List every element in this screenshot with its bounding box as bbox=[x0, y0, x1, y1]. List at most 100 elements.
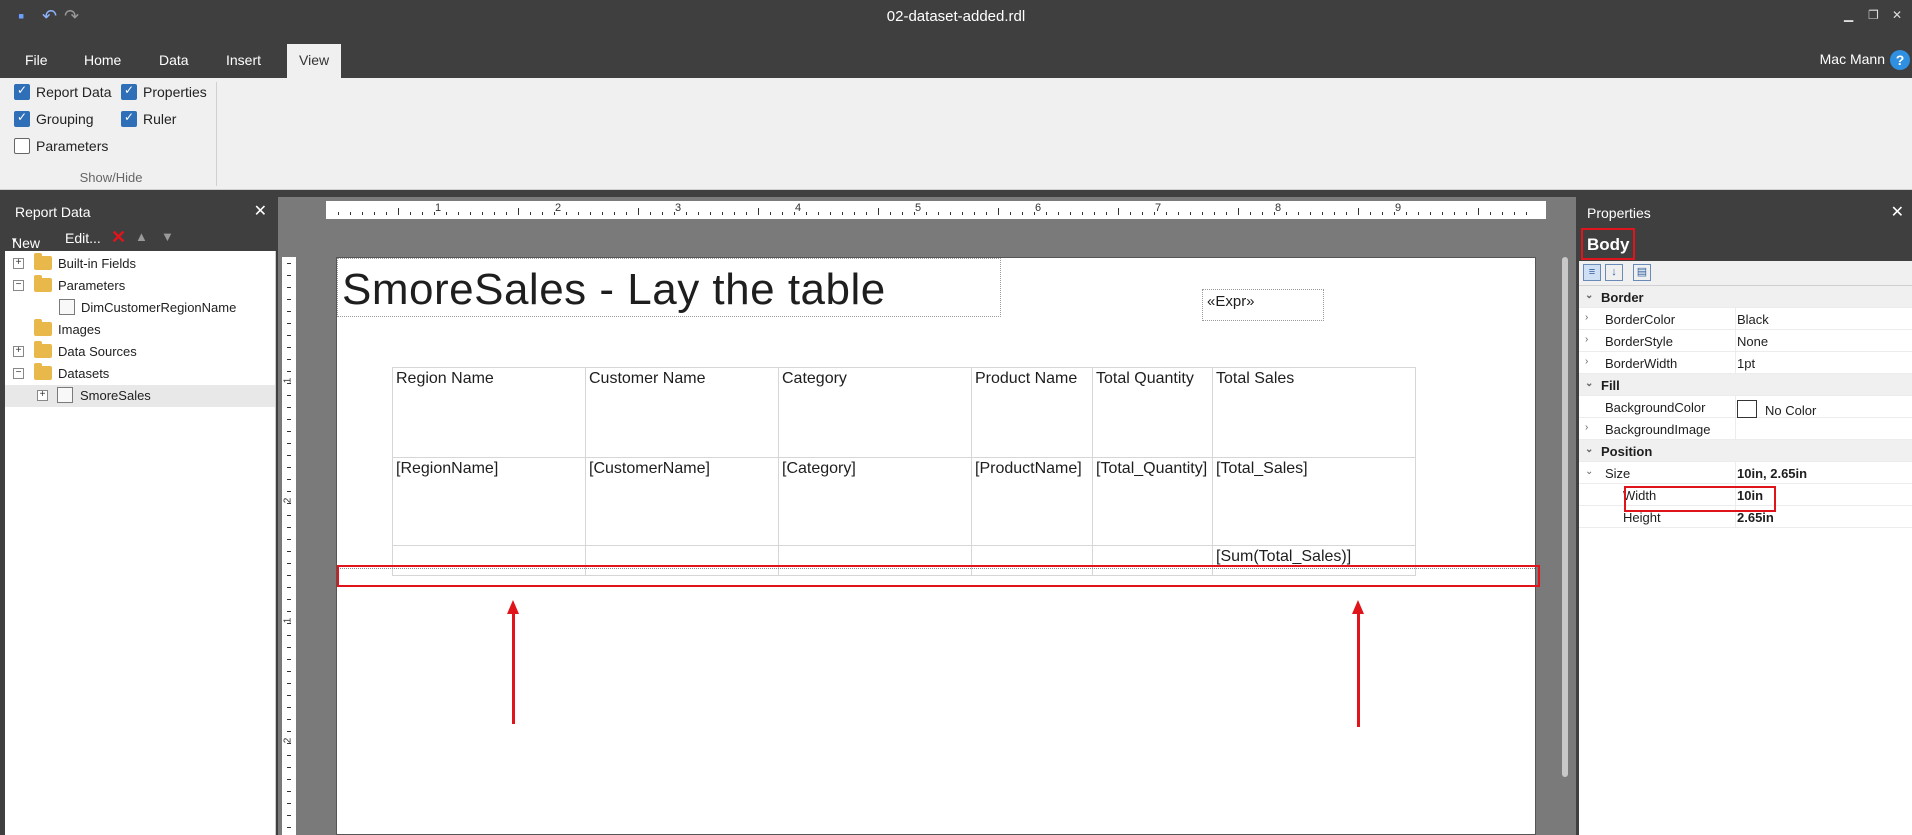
sort-alphabetical-icon[interactable]: ↓ bbox=[1605, 264, 1623, 281]
tree-item-label: SmoreSales bbox=[80, 388, 151, 403]
chevron-down-icon[interactable]: ⌄ bbox=[1585, 290, 1593, 301]
property-value[interactable]: 2.65in bbox=[1737, 510, 1774, 525]
ruler-tick bbox=[1262, 212, 1263, 215]
minimize-icon[interactable]: ▁ bbox=[1844, 8, 1853, 22]
tree-item-built-in-fields[interactable]: + Built-in Fields bbox=[5, 253, 275, 275]
property-row-borderwidth[interactable]: › BorderWidth 1pt bbox=[1579, 352, 1912, 374]
ruler-tick bbox=[1010, 212, 1011, 215]
properties-header: Properties ✕ bbox=[1579, 197, 1912, 227]
ruler-tick bbox=[1430, 212, 1431, 215]
property-category-border[interactable]: ⌄ Border bbox=[1579, 286, 1912, 308]
close-pane-icon[interactable]: ✕ bbox=[1891, 202, 1904, 222]
header-cell-category[interactable]: Category bbox=[778, 367, 972, 458]
close-pane-icon[interactable]: ✕ bbox=[254, 201, 267, 221]
tree-item-datasets[interactable]: − Datasets bbox=[5, 363, 275, 385]
expression-textbox[interactable]: «Expr» bbox=[1202, 289, 1324, 321]
detail-cell-total-sales[interactable]: [Total_Sales] bbox=[1212, 457, 1416, 546]
report-data-header: Report Data ✕ bbox=[5, 197, 275, 225]
parameters-checkbox[interactable]: Parameters bbox=[14, 138, 108, 154]
ruler-tick bbox=[566, 212, 567, 215]
chevron-right-icon[interactable]: › bbox=[1585, 422, 1588, 433]
property-value[interactable]: 1pt bbox=[1737, 356, 1755, 371]
edit-button[interactable]: Edit... bbox=[65, 230, 101, 246]
ruler-tick bbox=[287, 599, 291, 600]
header-cell-total-quantity[interactable]: Total Quantity bbox=[1092, 367, 1213, 458]
tree-item-label: Built-in Fields bbox=[58, 256, 137, 271]
tree-item-images[interactable]: Images bbox=[5, 319, 275, 341]
checkbox-label: Grouping bbox=[36, 111, 94, 127]
help-icon[interactable]: ? bbox=[1890, 50, 1910, 70]
ruler-tick bbox=[287, 323, 291, 324]
property-category-position[interactable]: ⌄ Position bbox=[1579, 440, 1912, 462]
report-body[interactable]: SmoreSales - Lay the table «Expr» Region… bbox=[336, 257, 1536, 835]
expand-icon[interactable]: + bbox=[37, 390, 48, 401]
detail-cell-category[interactable]: [Category] bbox=[778, 457, 972, 546]
properties-checkbox[interactable]: Properties bbox=[121, 83, 207, 100]
ruler-tick bbox=[287, 827, 291, 828]
chevron-down-icon[interactable]: ⌄ bbox=[1585, 378, 1593, 389]
chevron-right-icon[interactable]: › bbox=[1585, 312, 1588, 323]
close-icon[interactable]: ✕ bbox=[1892, 8, 1902, 22]
property-row-size[interactable]: ⌄ Size 10in, 2.65in bbox=[1579, 462, 1912, 484]
report-table[interactable]: Region Name Customer Name Category Produ… bbox=[392, 367, 1416, 576]
property-row-backgroundimage[interactable]: › BackgroundImage bbox=[1579, 418, 1912, 440]
tree-item-label: Parameters bbox=[58, 278, 126, 293]
header-cell-total-sales[interactable]: Total Sales bbox=[1212, 367, 1416, 458]
chevron-right-icon[interactable]: › bbox=[1585, 334, 1588, 345]
grouping-checkbox[interactable]: Grouping bbox=[14, 110, 94, 127]
header-cell-region-name[interactable]: Region Name bbox=[392, 367, 586, 458]
menu-data[interactable]: Data bbox=[159, 52, 189, 68]
chevron-right-icon[interactable]: › bbox=[1585, 356, 1588, 367]
detail-cell-region-name[interactable]: [RegionName] bbox=[392, 457, 586, 546]
move-up-icon[interactable]: ▲ bbox=[135, 229, 148, 244]
property-row-backgroundcolor[interactable]: BackgroundColor No Color bbox=[1579, 396, 1912, 418]
property-category-fill[interactable]: ⌄ Fill bbox=[1579, 374, 1912, 396]
chevron-down-icon[interactable]: ⌄ bbox=[1585, 444, 1593, 455]
report-data-checkbox[interactable]: Report Data bbox=[14, 83, 111, 100]
delete-icon[interactable]: ✕ bbox=[111, 227, 126, 248]
chevron-down-icon[interactable]: ⌄ bbox=[1585, 466, 1593, 477]
ruler-tick bbox=[722, 212, 723, 215]
property-value[interactable]: Black bbox=[1737, 312, 1769, 327]
detail-cell-customer-name[interactable]: [CustomerName] bbox=[585, 457, 779, 546]
restore-icon[interactable]: ❐ bbox=[1868, 8, 1879, 22]
tree-item-parameters[interactable]: − Parameters bbox=[5, 275, 275, 297]
report-title-textbox[interactable]: SmoreSales - Lay the table bbox=[337, 258, 1001, 317]
ruler-tick bbox=[287, 635, 291, 636]
tree-item-smoresales[interactable]: + SmoreSales bbox=[5, 385, 275, 407]
menu-file[interactable]: File bbox=[25, 52, 48, 68]
property-name: Border bbox=[1601, 290, 1644, 305]
property-value[interactable]: 10in, 2.65in bbox=[1737, 466, 1807, 481]
ruler-tick bbox=[842, 212, 843, 215]
menu-insert[interactable]: Insert bbox=[226, 52, 261, 68]
header-cell-customer-name[interactable]: Customer Name bbox=[585, 367, 779, 458]
property-value[interactable]: None bbox=[1737, 334, 1768, 349]
menu-view[interactable]: View bbox=[287, 44, 342, 78]
ruler-tick bbox=[287, 335, 291, 336]
ruler-checkbox[interactable]: Ruler bbox=[121, 110, 176, 127]
user-name[interactable]: Mac Mann bbox=[1820, 51, 1885, 67]
expand-icon[interactable]: + bbox=[13, 346, 24, 357]
tree-item-data-sources[interactable]: + Data Sources bbox=[5, 341, 275, 363]
property-value[interactable]: No Color bbox=[1737, 400, 1816, 418]
categorized-icon[interactable]: ≡ bbox=[1583, 264, 1601, 281]
property-pages-icon[interactable]: ▤ bbox=[1633, 264, 1651, 281]
vertical-scrollbar[interactable] bbox=[1562, 257, 1568, 777]
red-arrow-right bbox=[1357, 612, 1360, 727]
tree-item-dimcustomerregionname[interactable]: DimCustomerRegionName bbox=[5, 297, 275, 319]
property-value-text: Black bbox=[1737, 312, 1769, 327]
ruler-tick bbox=[662, 212, 663, 215]
detail-cell-product-name[interactable]: [ProductName] bbox=[971, 457, 1093, 546]
move-down-icon[interactable]: ▼ bbox=[161, 229, 174, 244]
collapse-icon[interactable]: − bbox=[13, 280, 24, 291]
header-cell-product-name[interactable]: Product Name bbox=[971, 367, 1093, 458]
property-row-bordercolor[interactable]: › BorderColor Black bbox=[1579, 308, 1912, 330]
expand-icon[interactable]: + bbox=[13, 258, 24, 269]
collapse-icon[interactable]: − bbox=[13, 368, 24, 379]
property-row-borderstyle[interactable]: › BorderStyle None bbox=[1579, 330, 1912, 352]
ruler-tick bbox=[287, 371, 291, 372]
menu-home[interactable]: Home bbox=[84, 52, 121, 68]
ruler-tick bbox=[350, 212, 351, 215]
ruler-tick bbox=[1358, 208, 1359, 215]
detail-cell-total-quantity[interactable]: [Total_Quantity] bbox=[1092, 457, 1213, 546]
